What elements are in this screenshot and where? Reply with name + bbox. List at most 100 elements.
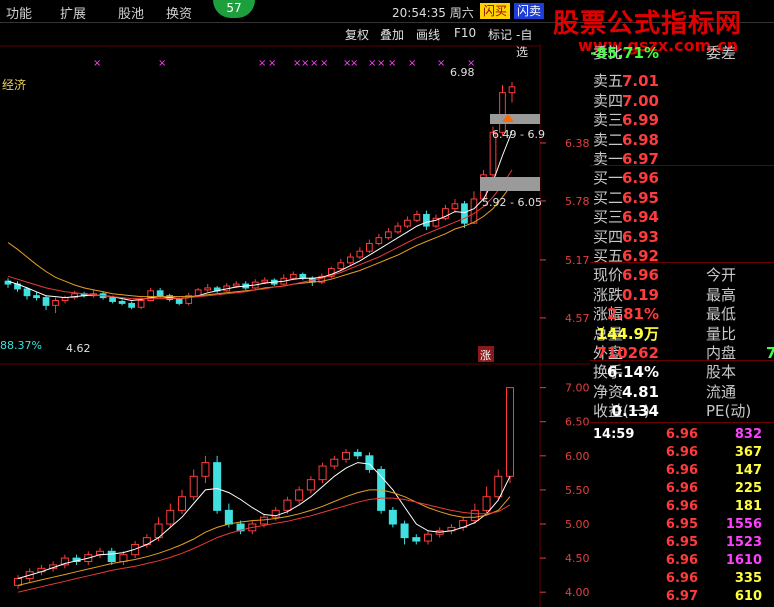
tick-row: 6.96 1610: [590, 552, 774, 570]
bid-level-value: 6.95: [621, 188, 659, 207]
indicator-candle-body: [189, 475, 198, 498]
price-candle-body: [52, 300, 59, 306]
range-band-lower: [480, 177, 540, 191]
fundamental-stat-label: 净资: [593, 382, 624, 401]
price-ma-line-3: [7, 169, 513, 300]
ask-level-value: 6.99: [621, 111, 659, 129]
indicator-axis-tick: 7.00: [565, 382, 590, 395]
tick-price: 6.96: [665, 445, 698, 460]
menu-extend[interactable]: 扩展: [60, 3, 86, 22]
bid-level: 买五 6.92: [590, 247, 774, 266]
ask-level: 卖二 6.98: [590, 131, 774, 150]
tick-volume: 181: [734, 499, 762, 514]
ask-level: 卖一 6.97: [590, 150, 774, 169]
tool-draw-line[interactable]: 画线: [416, 26, 440, 43]
menu-exchange[interactable]: 换资: [166, 3, 192, 22]
indicator-candle-body: [341, 451, 351, 460]
price-candle-body: [118, 300, 126, 304]
price-candle-body: [404, 219, 411, 227]
chart-toolbar: 复权 叠加 画线 F10 标记 -自选: [0, 23, 540, 59]
range-note-1: 6.49 - 6.9: [492, 128, 545, 141]
quote-stat-label2: 最低: [706, 305, 737, 323]
quote-panel: 委比 -85.71% 委差 卖五 7.01 卖四 7.00 卖三 6.99 卖二 6.98 卖一…: [590, 44, 774, 607]
indicator-candle-body: [470, 509, 479, 522]
tick-volume: 1610: [725, 553, 762, 568]
tick-price: 6.95: [665, 517, 698, 532]
bid-level-label: 买二: [593, 188, 624, 207]
signal-marker-icon: ×: [388, 58, 396, 69]
indicator-candle-body: [388, 509, 397, 525]
low-price-note: 4.62: [66, 342, 91, 355]
bid-level-value: 6.92: [621, 247, 659, 265]
indicator-candle-body: [353, 451, 362, 457]
ask-level: 卖三 6.99: [590, 111, 774, 130]
indicator-candle-body: [177, 496, 187, 511]
indicator-axis-tick: 5.50: [565, 484, 590, 497]
bid-level-value: 6.96: [621, 169, 659, 187]
high-price-note: 6.98: [450, 66, 475, 79]
menu-function[interactable]: 功能: [6, 3, 32, 22]
quote-stat: 总量 144.9万 量比: [590, 325, 774, 344]
tick-row: 6.96 147: [590, 462, 774, 480]
indicator-candle-body: [224, 509, 233, 525]
indicator-candle-body: [365, 455, 374, 470]
kline-chart[interactable]: × × × × × × × × ×× × × × × × × 6.385.785.174.577.006.5…: [0, 44, 590, 607]
price-candle-body: [461, 203, 468, 224]
indicator-candle-body: [283, 499, 292, 511]
price-candle-body: [413, 213, 421, 221]
signal-marker-icon: ×: [437, 58, 445, 69]
price-axis-tick: 5.17: [565, 254, 590, 267]
range-note-2: 5.92 - 6.05: [482, 196, 542, 209]
tool-mark[interactable]: 标记: [488, 26, 512, 43]
price-candle-body: [366, 242, 373, 252]
limit-up-label: 涨: [480, 349, 491, 362]
bid-level-label: 买四: [593, 227, 624, 246]
tick-row: 6.96 225: [590, 480, 774, 498]
tick-volume: 335: [734, 571, 762, 586]
quote-stat-label2: 今开: [706, 266, 737, 284]
flash-sell-button[interactable]: 闪卖: [514, 3, 545, 19]
bid-level-label: 买三: [593, 208, 624, 226]
fundamental-stat-value: 0.134: [611, 402, 659, 420]
quote-stat-value: 6.96: [621, 266, 659, 284]
signal-marker-icon: ×: [408, 58, 416, 69]
fundamental-stat-label2: 流通: [706, 382, 737, 401]
indicator-candle-body: [505, 387, 515, 477]
notification-badge[interactable]: 57: [213, 0, 255, 18]
indicator-axis-tick: 4.50: [565, 552, 590, 565]
ask-level-value: 6.98: [621, 130, 659, 149]
tool-overlay[interactable]: 叠加: [380, 26, 404, 43]
bid-level-label: 买五: [593, 247, 624, 265]
indicator-candle-body: [166, 509, 175, 525]
indicator-candle-body: [107, 550, 116, 563]
bid-level-value: 6.93: [621, 227, 659, 246]
separator: [590, 422, 774, 423]
tick-row: 14:59 6.96 832: [590, 426, 774, 444]
tool-f10[interactable]: F10: [454, 26, 476, 40]
price-candle-body: [261, 279, 269, 283]
indicator-candle-body: [482, 496, 491, 511]
tick-price: 6.96: [665, 553, 698, 568]
indicator-candle-body: [494, 475, 503, 498]
fundamental-stat: 换手 6.14% 股本: [590, 363, 774, 382]
tick-row: 6.97 610: [590, 588, 774, 606]
price-candle-body: [156, 290, 164, 297]
flash-buy-button[interactable]: 闪买: [480, 3, 511, 19]
price-candle-body: [356, 250, 364, 258]
quote-stat-value: 144.9万: [596, 324, 659, 343]
price-axis-tick: 4.57: [565, 312, 590, 325]
bid-level-label: 买一: [593, 169, 624, 187]
ask-level-label: 卖二: [593, 130, 624, 149]
ask-level-value: 7.00: [621, 91, 659, 110]
tick-volume: 610: [734, 589, 762, 604]
indicator-candle-body: [295, 489, 304, 501]
signal-marker-icon: ×: [258, 58, 266, 69]
tick-row: 6.95 1556: [590, 516, 774, 534]
tool-restore-rights[interactable]: 复权: [345, 26, 369, 43]
indicator-candle-body: [412, 537, 421, 542]
order-ratio-row: 委比 -85.71% 委差: [590, 44, 774, 63]
menu-stock-pool[interactable]: 股池: [118, 3, 144, 22]
tick-volume: 1556: [725, 517, 762, 532]
indicator-candle-body: [259, 516, 269, 525]
quote-stat-label: 现价: [593, 266, 624, 284]
